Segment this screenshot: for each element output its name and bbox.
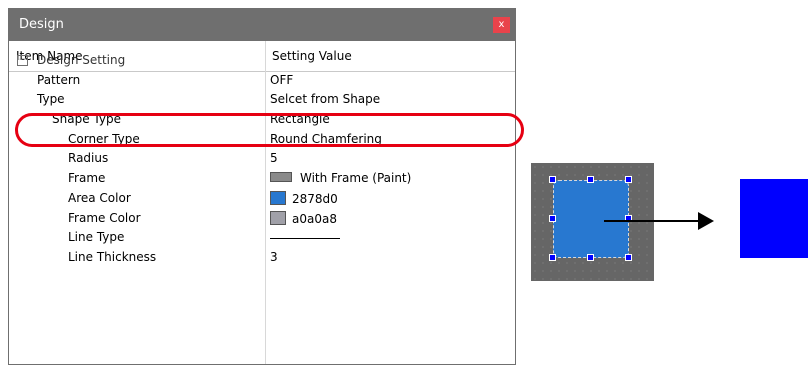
resize-handle-ne[interactable] — [625, 176, 632, 183]
frame-color-swatch[interactable] — [270, 210, 286, 225]
group-label: Design Setting — [37, 53, 126, 67]
property-value: 5 — [270, 151, 278, 166]
property-value-frame: With Frame (Paint) — [270, 171, 411, 185]
panel-titlebar: Design x — [9, 9, 515, 41]
frame-color-text: a0a0a8 — [292, 211, 337, 226]
right-arrow-icon — [604, 220, 699, 222]
property-value-frame-color: a0a0a8 — [270, 210, 337, 226]
property-name: Frame Color — [68, 210, 141, 225]
frame-paint-icon — [270, 172, 292, 183]
property-row-frame-color[interactable]: Frame Color a0a0a8 — [9, 210, 515, 230]
property-value: 3 — [270, 249, 278, 264]
line-type-sample — [270, 238, 340, 240]
property-row-area-color[interactable]: Area Color 2878d0 — [9, 190, 515, 210]
collapse-icon[interactable]: − — [17, 55, 28, 66]
shape-preview — [531, 163, 654, 281]
resize-handle-nw[interactable] — [549, 176, 556, 183]
group-row-design-setting[interactable]: − Design Setting — [9, 52, 515, 72]
property-name: Line Thickness — [68, 249, 157, 264]
result-shape — [740, 179, 808, 258]
property-row-shape-type[interactable]: Shape Type Rectangle — [9, 111, 515, 131]
property-value-area-color: 2878d0 — [270, 190, 338, 206]
frame-value-text: With Frame (Paint) — [300, 171, 412, 186]
area-color-text: 2878d0 — [292, 191, 338, 206]
selected-rectangle-shape[interactable] — [553, 180, 629, 258]
property-name: Corner Type — [68, 131, 140, 146]
resize-handle-w[interactable] — [549, 215, 556, 222]
design-panel: Design x Item Name Setting Value − Desig… — [8, 8, 516, 365]
property-name: Shape Type — [52, 112, 121, 127]
property-value: OFF — [270, 72, 294, 87]
property-value: Selcet from Shape — [270, 92, 381, 107]
property-row-radius[interactable]: Radius 5 — [9, 150, 515, 170]
property-name: Frame — [68, 171, 106, 186]
property-value: Rectangle — [270, 112, 330, 127]
property-name: Pattern — [37, 72, 81, 87]
resize-handle-sw[interactable] — [549, 254, 556, 261]
property-row-line-thickness[interactable]: Line Thickness 3 — [9, 249, 515, 269]
resize-handle-se[interactable] — [625, 254, 632, 261]
property-row-line-type[interactable]: Line Type — [9, 229, 515, 249]
property-name: Type — [37, 92, 65, 107]
property-row-type[interactable]: Type Selcet from Shape — [9, 91, 515, 111]
property-row-pattern[interactable]: Pattern OFF — [9, 72, 515, 92]
close-icon[interactable]: x — [493, 17, 510, 33]
area-color-swatch[interactable] — [270, 190, 286, 205]
property-row-corner-type[interactable]: Corner Type Round Chamfering — [9, 131, 515, 151]
property-grid: − Design Setting Pattern OFF Type Selcet… — [9, 53, 515, 269]
resize-handle-s[interactable] — [587, 254, 594, 261]
property-row-frame[interactable]: Frame With Frame (Paint) — [9, 170, 515, 190]
panel-title: Design — [19, 17, 64, 32]
property-name: Line Type — [68, 230, 125, 245]
property-value: Round Chamfering — [270, 131, 382, 146]
property-name: Radius — [68, 151, 109, 166]
property-name: Area Color — [68, 190, 131, 205]
resize-handle-n[interactable] — [587, 176, 594, 183]
arrow-head-icon — [698, 212, 714, 230]
